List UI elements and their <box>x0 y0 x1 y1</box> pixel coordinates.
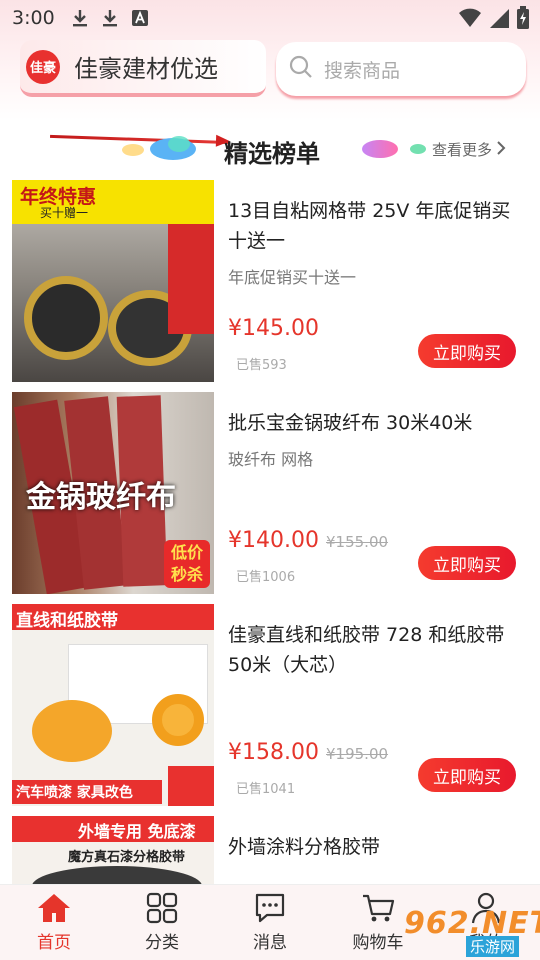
search-placeholder: 搜索商品 <box>324 59 401 82</box>
product-image[interactable]: 直线和纸胶带 汽车喷漆 家具改色 <box>12 604 214 806</box>
section-title: 精选榜单 <box>224 140 320 168</box>
nav-label: 分类 <box>145 933 179 953</box>
product-price: ¥140.00 <box>228 528 319 553</box>
tape-roll <box>152 694 204 746</box>
status-bar: 3:00 <box>0 0 540 36</box>
sold-count: 已售1006 <box>236 570 296 585</box>
decorative-blob <box>410 144 426 154</box>
grid-icon <box>146 892 178 924</box>
brand-logo: 佳豪 <box>26 49 60 84</box>
product-image[interactable]: 外墙专用 免底漆 魔方真石漆分格胶带 <box>12 816 214 884</box>
nav-label: 首页 <box>37 933 71 953</box>
product-subtitle: 玻纤布 网格 <box>228 450 314 469</box>
sold-count: 已售593 <box>236 358 287 373</box>
decorative-blob <box>362 140 398 158</box>
buy-now-button[interactable]: 立即购买 <box>418 546 516 580</box>
section-header: 精选榜单 查看更多 <box>0 122 540 176</box>
brand-name: 佳豪建材优选 <box>74 55 218 83</box>
chevron-right-icon <box>496 140 506 159</box>
nav-label: 购物车 <box>352 933 404 953</box>
message-icon <box>255 893 285 923</box>
wifi-icon <box>458 7 482 34</box>
product-title: 外墙涂料分格胶带 <box>228 836 381 858</box>
nav-item-home[interactable]: 首页 <box>0 885 108 960</box>
buy-now-button[interactable]: 立即购买 <box>418 334 516 368</box>
buy-now-button[interactable]: 立即购买 <box>418 758 516 792</box>
product-title: 13目自粘网格带 25V 年底促销买十送一 <box>228 200 511 252</box>
product-price: ¥145.00 <box>228 316 319 341</box>
product-card[interactable]: 外墙专用 免底漆 魔方真石漆分格胶带 外墙涂料分格胶带 <box>12 816 528 884</box>
search-input[interactable]: 搜索商品 <box>276 42 526 96</box>
product-card[interactable]: 年终特惠 买十赠一 13目自粘网格带 25V 年底促销买十送一 年底促销买十送一… <box>12 180 528 382</box>
download-icon <box>69 7 91 29</box>
view-more-label: 查看更多 <box>432 141 493 159</box>
product-title: 佳豪直线和纸胶带 728 和纸胶带50米（大芯） <box>228 624 505 676</box>
decorative-line <box>50 134 230 145</box>
nav-item-category[interactable]: 分类 <box>108 885 216 960</box>
view-more-link[interactable]: 查看更多 <box>432 139 506 160</box>
product-card[interactable]: 金锅玻纤布 低价秒杀 批乐宝金锅玻纤布 30米40米 玻纤布 网格 ¥140.0… <box>12 392 528 594</box>
product-subtitle: 年底促销买十送一 <box>228 268 357 287</box>
status-time: 3:00 <box>12 7 55 29</box>
cart-icon <box>363 894 395 922</box>
product-price: ¥158.00 <box>228 740 319 765</box>
promo-banner: 外墙专用 免底漆 <box>12 816 214 842</box>
brand-box <box>168 224 214 334</box>
watermark-logo: 962.NET 乐游网 <box>404 906 540 957</box>
decorative-blob <box>122 144 144 156</box>
battery-icon <box>516 6 530 35</box>
brand-card[interactable]: 佳豪 佳豪建材优选 <box>20 40 266 97</box>
product-title: 批乐宝金锅玻纤布 30米40米 <box>228 412 473 434</box>
promo-badge: 低价秒杀 <box>164 540 210 588</box>
product-image[interactable]: 年终特惠 买十赠一 <box>12 180 214 382</box>
product-card[interactable]: 直线和纸胶带 汽车喷漆 家具改色 佳豪直线和纸胶带 728 和纸胶带50米（大芯… <box>12 604 528 806</box>
nav-item-messages[interactable]: 消息 <box>216 885 324 960</box>
original-price: ¥195.00 <box>326 745 389 763</box>
promo-banner: 年终特惠 买十赠一 <box>12 180 214 224</box>
home-icon <box>38 894 70 922</box>
tape-roll <box>32 700 112 762</box>
download-icon <box>99 7 121 29</box>
product-image[interactable]: 金锅玻纤布 低价秒杀 <box>12 392 214 594</box>
original-price: ¥155.00 <box>326 533 389 551</box>
tape-roll <box>24 276 108 360</box>
promo-badge <box>168 766 214 806</box>
font-icon <box>129 7 151 29</box>
search-icon <box>288 54 314 84</box>
decorative-blob <box>168 136 190 152</box>
tape-roll <box>32 866 202 884</box>
promo-strip: 汽车喷漆 家具改色 <box>12 780 162 804</box>
signal-icon <box>488 7 510 34</box>
promo-banner: 直线和纸胶带 <box>12 604 214 631</box>
sold-count: 已售1041 <box>236 782 296 797</box>
nav-label: 消息 <box>253 933 287 953</box>
